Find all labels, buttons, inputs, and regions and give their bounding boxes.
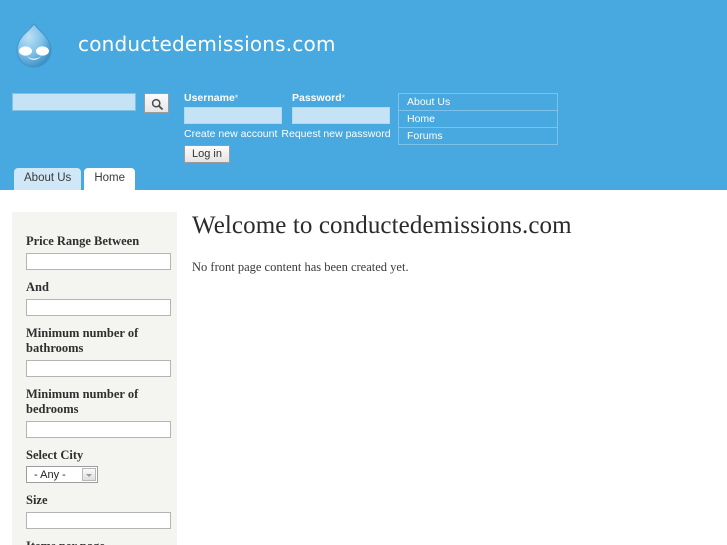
search-input[interactable] [12,93,136,111]
primary-tabs: About Us Home [14,168,135,190]
login-links: Create new account Request new password [184,128,391,140]
search-button[interactable] [143,93,169,113]
filter-label: Price Range Between [26,234,140,248]
page-title: Welcome to conductedemissions.com [192,212,572,239]
password-label: Password* [292,92,346,104]
create-new-account-link[interactable]: Create new account [184,128,277,140]
filter-price-range-between: Price Range Between [26,234,171,270]
site-header: conductedemissions.com Username* Passwor… [0,0,727,190]
sidebar-filter-form: Price Range Between And Minimum number o… [12,212,177,545]
chevron-down-icon[interactable] [82,467,96,481]
select-city-dropdown[interactable]: - Any - [26,465,98,483]
log-in-button[interactable]: Log in [184,144,230,163]
search-block [12,93,169,113]
menu-item-forums[interactable]: Forums [399,128,557,145]
filter-label: Minimum number of bedrooms [26,386,139,416]
page-root: conductedemissions.com Username* Passwor… [0,0,727,545]
menu-block: About Us Home Forums [398,93,558,145]
menu-item-home[interactable]: Home [399,111,557,128]
filter-min-bathrooms: Minimum number of bathrooms [26,325,171,377]
price-range-and-input[interactable] [26,298,171,316]
filter-label: And [26,279,49,294]
main-content: Welcome to conductedemissions.com No fro… [192,212,712,275]
tab-home[interactable]: Home [84,168,135,190]
tab-about-us[interactable]: About Us [14,168,82,190]
filter-items-per-page: Items per page 5 [26,539,163,545]
filter-label: Select City [26,447,84,462]
min-bathrooms-input[interactable] [26,359,171,377]
request-new-password-link[interactable]: Request new password [281,128,390,140]
filter-label: Items per page [26,539,163,545]
filter-label: Size [26,492,48,507]
page-body-text: No front page content has been created y… [192,259,409,274]
required-marker: * [234,93,239,103]
filter-and: And [26,279,171,316]
filter-select-city: Select City - Any - [26,448,163,483]
filter-min-bedrooms: Minimum number of bedrooms [26,386,171,438]
required-marker: * [341,93,346,103]
username-input[interactable] [184,106,282,124]
select-city-value: - Any - [34,468,66,481]
user-login-block: Username* Password* Create new account Re… [184,92,391,163]
username-label: Username* [184,92,239,104]
password-input[interactable] [292,106,390,124]
menu-item-about-us[interactable]: About Us [399,94,557,111]
branding: conductedemissions.com [0,12,727,74]
size-input[interactable] [26,511,171,529]
min-bedrooms-input[interactable] [26,420,171,438]
site-name[interactable]: conductedemissions.com [78,32,336,56]
price-range-between-input[interactable] [26,252,171,270]
drupal-droplet-icon[interactable] [8,20,60,72]
username-field-group: Username* [184,92,282,124]
filter-label: Minimum number of bathrooms [26,325,139,355]
filter-size: Size [26,492,171,529]
password-field-group: Password* [292,92,390,124]
